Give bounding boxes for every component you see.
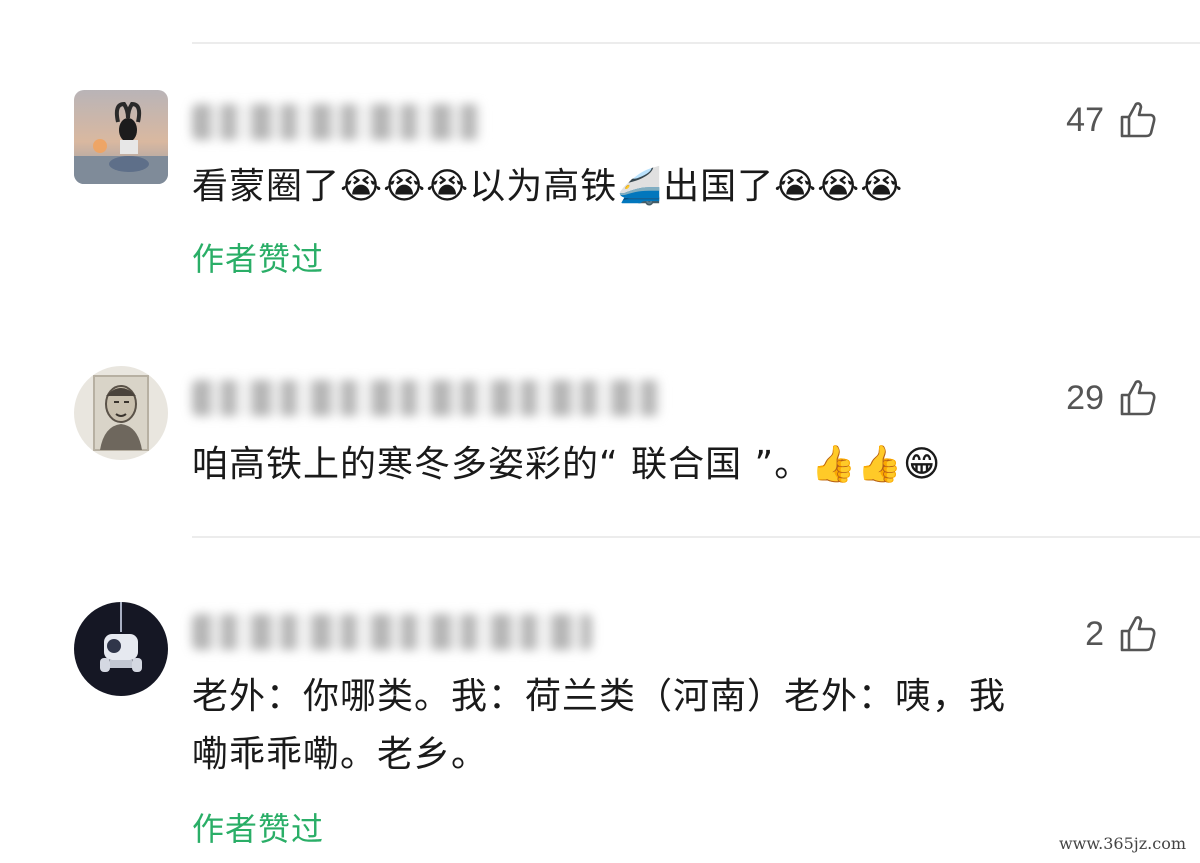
comment-text: 咱高铁上的寒冬多姿彩的“ 联合国 ”。👍👍😁	[192, 436, 1160, 494]
author-liked-label: 作者赞过	[192, 810, 325, 848]
username-blurred[interactable]	[192, 614, 592, 650]
train-emoji: 🚄	[617, 166, 664, 207]
author-liked-label: 作者赞过	[192, 240, 325, 278]
comment-text-line: 老外：你哪类。我：荷兰类（河南）老外：咦，我	[192, 676, 1007, 717]
comment-text: 老外：你哪类。我：荷兰类（河南）老外：咦，我 嘞乖乖嘞。老乡。	[192, 668, 1160, 784]
username-blurred[interactable]	[192, 104, 482, 140]
comment-text-part: 以为高铁	[469, 166, 618, 207]
like-area[interactable]: 2	[1085, 614, 1158, 654]
girl-sunset-avatar-icon	[74, 90, 168, 184]
divider-top	[192, 42, 1200, 44]
thumbs-up-icon[interactable]	[1118, 100, 1158, 140]
astronaut-avatar-icon	[74, 602, 168, 696]
comment-text-part: 看蒙圈了	[192, 166, 341, 207]
username-blurred[interactable]	[192, 380, 662, 416]
thumbs-up-icon[interactable]	[1118, 378, 1158, 418]
crying-emoji-group: 😭😭😭	[340, 166, 470, 207]
like-count: 2	[1085, 614, 1104, 653]
comment-text-part: 出国了	[663, 166, 775, 207]
thumbs-grin-emoji-group: 👍👍😁	[811, 444, 942, 485]
avatar[interactable]	[74, 602, 168, 696]
avatar[interactable]	[74, 366, 168, 460]
crying-emoji-group: 😭😭😭	[774, 166, 904, 207]
like-area[interactable]: 47	[1066, 100, 1158, 140]
comment-text-line: 嘞乖乖嘞。老乡。	[192, 734, 489, 775]
thumbs-up-icon[interactable]	[1118, 614, 1158, 654]
divider-middle	[192, 536, 1200, 538]
watermark: www.365jz.com	[1058, 834, 1186, 853]
like-count: 29	[1066, 378, 1104, 417]
comment-text-part: 咱高铁上的寒冬多姿彩的“ 联合国 ”。	[192, 444, 812, 485]
avatar[interactable]	[74, 90, 168, 184]
like-area[interactable]: 29	[1066, 378, 1158, 418]
portrait-avatar-icon	[74, 366, 168, 460]
comment-text: 看蒙圈了😭😭😭以为高铁🚄出国了😭😭😭	[192, 158, 1160, 216]
like-count: 47	[1066, 100, 1104, 139]
